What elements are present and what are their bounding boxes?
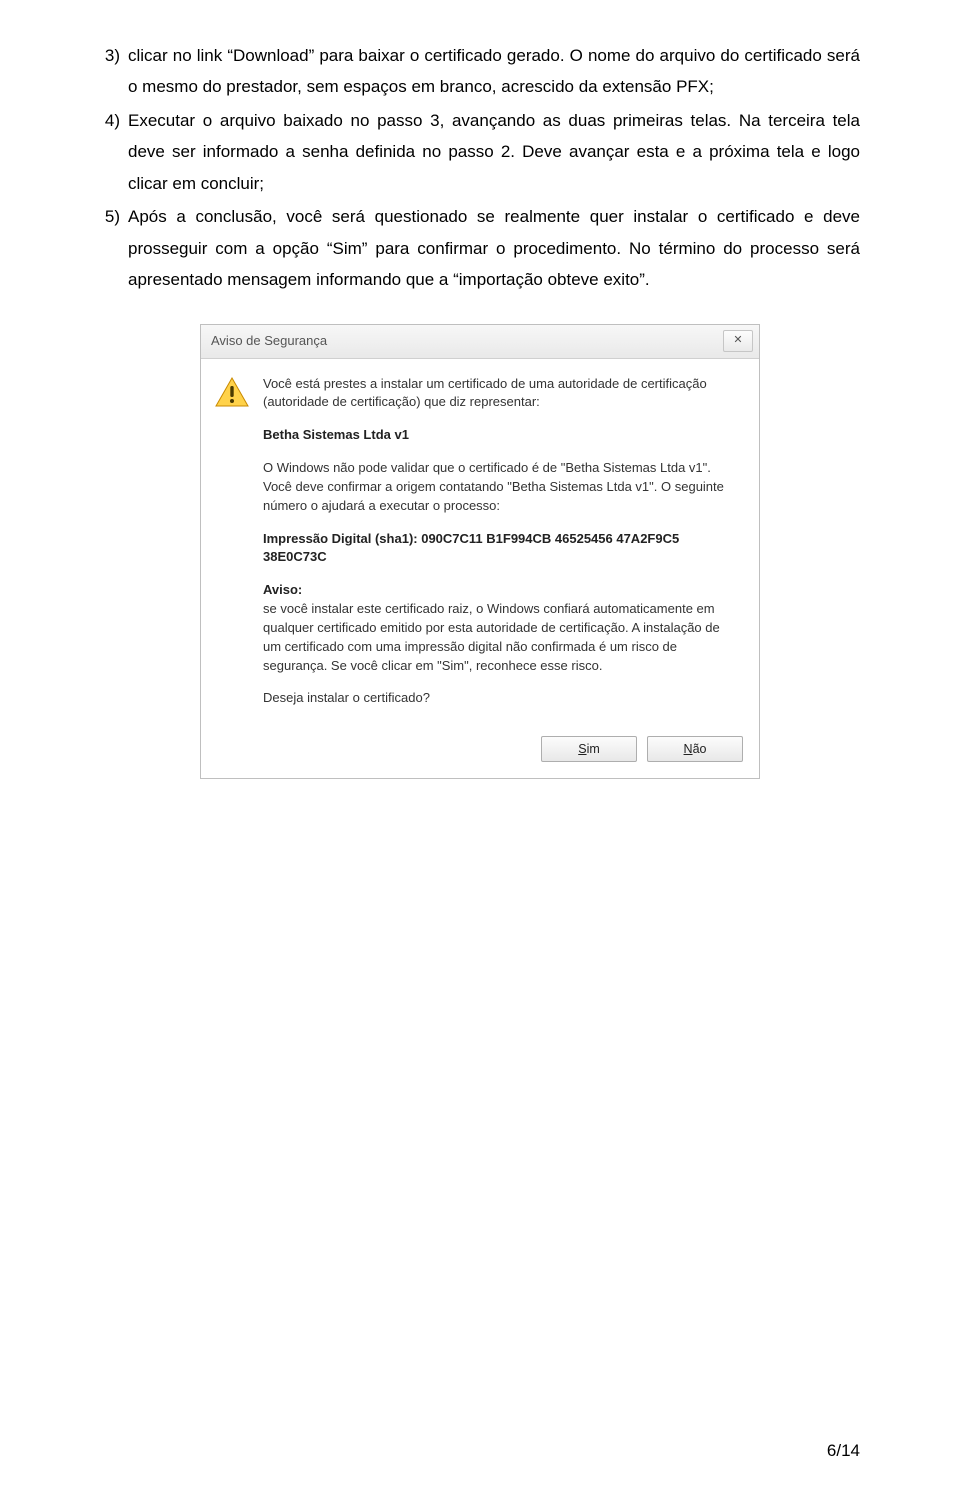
dialog-icon-column: [215, 375, 263, 723]
dialog-question: Deseja instalar o certificado?: [263, 689, 741, 708]
button-hotkey: S: [578, 740, 586, 758]
list-number: 3): [100, 40, 128, 103]
yes-button[interactable]: Sim: [541, 736, 637, 762]
button-label-rest: im: [587, 740, 600, 758]
button-hotkey: N: [684, 740, 693, 758]
page-number: 6/14: [827, 1435, 860, 1466]
button-label-rest: ão: [693, 740, 707, 758]
list-text: Após a conclusão, você será questionado …: [128, 201, 860, 295]
list-item: 4) Executar o arquivo baixado no passo 3…: [100, 105, 860, 199]
close-icon[interactable]: ✕: [723, 330, 753, 352]
list-item: 3) clicar no link “Download” para baixar…: [100, 40, 860, 103]
list-item: 5) Após a conclusão, você será questiona…: [100, 201, 860, 295]
list-text: Executar o arquivo baixado no passo 3, a…: [128, 105, 860, 199]
dialog-intro-text: Você está prestes a instalar um certific…: [263, 375, 741, 413]
dialog-warning-body: se você instalar este certificado raiz, …: [263, 600, 741, 675]
dialog-titlebar: Aviso de Segurança ✕: [201, 325, 759, 359]
dialog-issuer-name: Betha Sistemas Ltda v1: [263, 426, 741, 445]
list-number: 5): [100, 201, 128, 295]
dialog-message: Você está prestes a instalar um certific…: [263, 375, 741, 723]
instruction-list: 3) clicar no link “Download” para baixar…: [100, 40, 860, 296]
dialog-screenshot: Aviso de Segurança ✕ Você está prestes a…: [100, 324, 860, 780]
dialog-title: Aviso de Segurança: [211, 332, 327, 351]
dialog-button-row: Sim Não: [201, 726, 759, 778]
list-text: clicar no link “Download” para baixar o …: [128, 40, 860, 103]
dialog-validate-text: O Windows não pode validar que o certifi…: [263, 459, 741, 516]
no-button[interactable]: Não: [647, 736, 743, 762]
dialog-warning-label: Aviso:: [263, 581, 741, 600]
security-warning-dialog: Aviso de Segurança ✕ Você está prestes a…: [200, 324, 760, 780]
dialog-body: Você está prestes a instalar um certific…: [201, 359, 759, 727]
list-number: 4): [100, 105, 128, 199]
warning-icon: [215, 377, 249, 407]
dialog-thumbprint: Impressão Digital (sha1): 090C7C11 B1F99…: [263, 530, 741, 568]
